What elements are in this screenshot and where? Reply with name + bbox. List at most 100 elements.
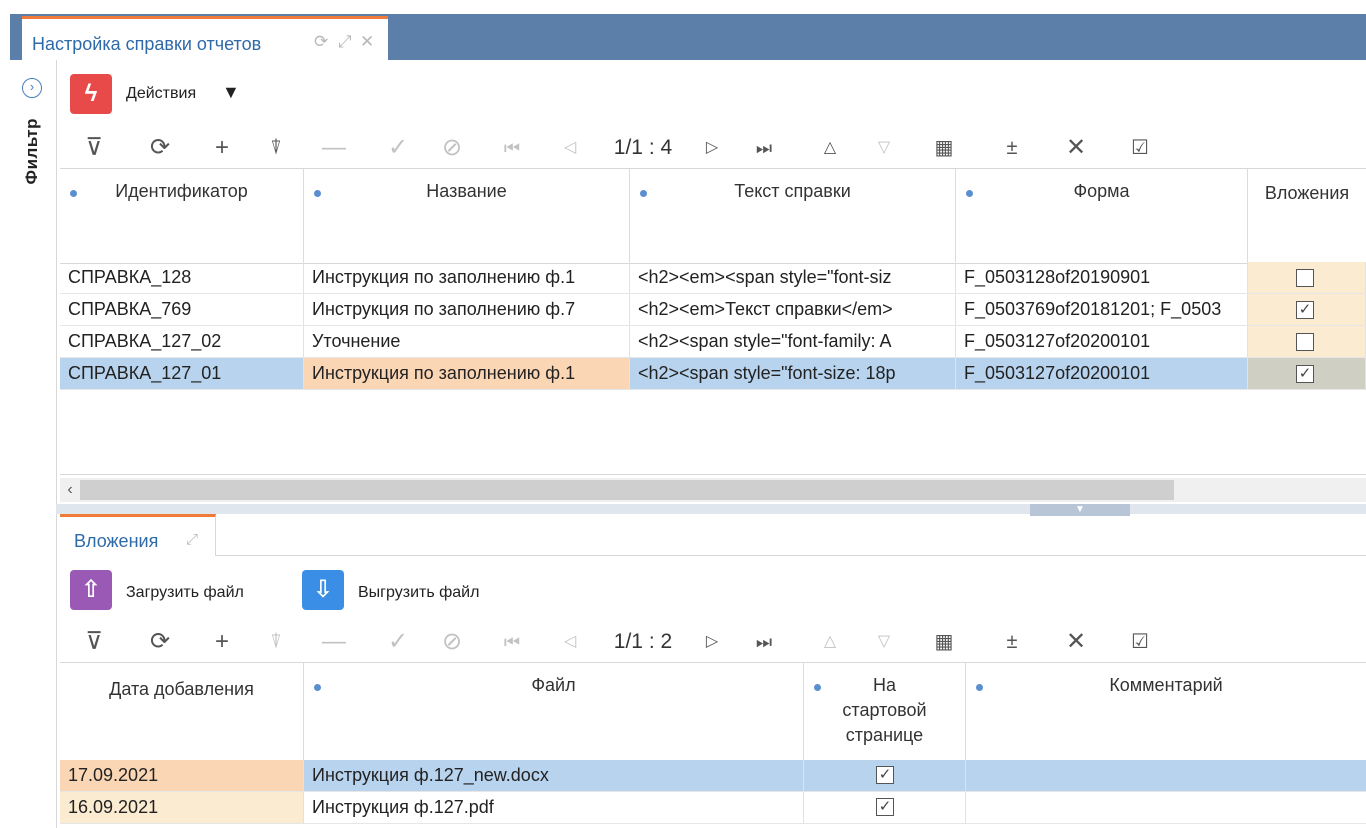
triangle-down-icon[interactable]: ▼ bbox=[222, 82, 240, 103]
cell-id: СПРАВКА_127_02 bbox=[60, 326, 304, 357]
filter-icon[interactable]: ⊽ bbox=[78, 624, 110, 660]
column-title-line: странице bbox=[845, 725, 924, 745]
add-column-icon[interactable]: ± bbox=[996, 624, 1028, 660]
next-page-icon[interactable]: ▷ bbox=[696, 624, 728, 660]
edit-icon[interactable]: ⍒ bbox=[260, 130, 292, 166]
upload-file-button[interactable]: ⇧ bbox=[70, 570, 112, 610]
refresh-icon[interactable]: ⟳ bbox=[144, 624, 176, 660]
cell-attachments bbox=[1248, 326, 1366, 357]
cell-name: Инструкция по заполнению ф.1 bbox=[304, 358, 630, 389]
last-page-icon[interactable]: ⏭ bbox=[748, 130, 780, 166]
table-row-selected[interactable]: СПРАВКА_127_01 Инструкция по заполнению … bbox=[60, 358, 1366, 390]
first-page-icon[interactable]: ⏮ bbox=[496, 624, 528, 660]
cell-name: Инструкция по заполнению ф.7 bbox=[304, 294, 630, 325]
arrow-up-icon: ⇧ bbox=[80, 576, 102, 603]
tab-report-help-settings[interactable]: Настройка справки отчетов ⟳ ⤢ ✕ bbox=[22, 16, 388, 60]
attachments-grid-header: Дата добавления Файл На стартовой страни… bbox=[60, 662, 1366, 762]
splitter-collapse-icon[interactable]: ▼ bbox=[1030, 504, 1130, 516]
column-title-line: На bbox=[872, 675, 896, 695]
sort-asc-icon[interactable]: △ bbox=[814, 624, 846, 660]
confirm-icon[interactable]: ✓ bbox=[382, 624, 414, 660]
tab-title: Настройка справки отчетов bbox=[32, 34, 262, 54]
cell-name: Уточнение bbox=[304, 326, 630, 357]
attachments-checkbox[interactable] bbox=[1296, 269, 1314, 287]
cancel-icon[interactable]: ⊘ bbox=[436, 130, 468, 166]
panel-splitter[interactable] bbox=[56, 504, 1366, 514]
confirm-icon[interactable]: ✓ bbox=[382, 130, 414, 166]
cell-date: 17.09.2021 bbox=[60, 760, 304, 791]
cell-form: F_0503127of20200101 bbox=[956, 358, 1248, 389]
cell-comment bbox=[966, 792, 1366, 823]
column-header-file[interactable]: Файл bbox=[304, 663, 804, 761]
prev-page-icon[interactable]: ◁ bbox=[554, 130, 586, 166]
column-header-date[interactable]: Дата добавления bbox=[60, 663, 304, 761]
cancel-icon[interactable]: ⊘ bbox=[436, 624, 468, 660]
edit-icon[interactable]: ⍒ bbox=[260, 624, 292, 660]
scrollbar-thumb[interactable] bbox=[80, 480, 1174, 500]
cell-help-text: <h2><em>Текст справки</em> bbox=[630, 294, 956, 325]
table-row-selected[interactable]: 17.09.2021 Инструкция ф.127_new.docx ✓ bbox=[60, 760, 1366, 792]
column-header-help-text[interactable]: Текст справки bbox=[630, 169, 956, 263]
attachments-checkbox[interactable]: ✓ bbox=[1296, 365, 1314, 383]
sort-desc-icon[interactable]: ▽ bbox=[868, 130, 900, 166]
column-header-id[interactable]: Идентификатор bbox=[60, 169, 304, 263]
add-column-icon[interactable]: ± bbox=[996, 130, 1028, 166]
column-header-start-page[interactable]: На стартовой странице bbox=[804, 663, 966, 761]
actions-button[interactable]: ϟ bbox=[70, 74, 112, 114]
close-icon[interactable]: ✕ bbox=[360, 32, 374, 52]
cell-form: F_0503769of20181201; F_0503 bbox=[956, 294, 1248, 325]
add-icon[interactable]: + bbox=[206, 130, 238, 166]
first-page-icon[interactable]: ⏮ bbox=[496, 130, 528, 166]
download-file-label[interactable]: Выгрузить файл bbox=[358, 584, 479, 602]
prev-page-icon[interactable]: ◁ bbox=[554, 624, 586, 660]
tab-attachments[interactable]: Вложения ⤢ bbox=[60, 514, 216, 556]
start-page-checkbox[interactable]: ✓ bbox=[876, 798, 894, 816]
column-header-comment[interactable]: Комментарий bbox=[966, 663, 1366, 761]
scroll-left-icon[interactable]: ‹ bbox=[62, 480, 78, 500]
column-title: Файл bbox=[531, 675, 576, 695]
next-page-icon[interactable]: ▷ bbox=[696, 130, 728, 166]
cell-form: F_0503127of20200101 bbox=[956, 326, 1248, 357]
remove-icon[interactable]: — bbox=[318, 624, 350, 660]
clear-icon[interactable]: ✕ bbox=[1060, 130, 1092, 166]
table-row[interactable]: СПРАВКА_128 Инструкция по заполнению ф.1… bbox=[60, 262, 1366, 294]
table-row[interactable]: СПРАВКА_127_02 Уточнение <h2><span style… bbox=[60, 326, 1366, 358]
start-page-checkbox[interactable]: ✓ bbox=[876, 766, 894, 784]
expand-icon[interactable]: ⤢ bbox=[186, 531, 198, 548]
table-row[interactable]: СПРАВКА_769 Инструкция по заполнению ф.7… bbox=[60, 294, 1366, 326]
expand-filter-icon[interactable]: › bbox=[22, 78, 42, 98]
column-header-attachments[interactable]: Вложения bbox=[1248, 169, 1366, 263]
column-header-form[interactable]: Форма bbox=[956, 169, 1248, 263]
cell-id: СПРАВКА_128 bbox=[60, 262, 304, 293]
attachments-checkbox[interactable]: ✓ bbox=[1296, 301, 1314, 319]
clear-icon[interactable]: ✕ bbox=[1060, 624, 1092, 660]
check-all-icon[interactable]: ☑ bbox=[1124, 624, 1156, 660]
check-all-icon[interactable]: ☑ bbox=[1124, 130, 1156, 166]
cell-attachments: ✓ bbox=[1248, 294, 1366, 325]
filter-label[interactable]: Фильтр bbox=[22, 118, 42, 184]
cell-help-text: <h2><span style="font-size: 18p bbox=[630, 358, 956, 389]
column-header-name[interactable]: Название bbox=[304, 169, 630, 263]
column-title: Вложения bbox=[1264, 183, 1350, 203]
cell-file: Инструкция ф.127.pdf bbox=[304, 792, 804, 823]
filter-icon[interactable]: ⊽ bbox=[78, 130, 110, 166]
last-page-icon[interactable]: ⏭ bbox=[748, 624, 780, 660]
cell-date: 16.09.2021 bbox=[60, 792, 304, 823]
main-toolbar: ⊽ ⟳ + ⍒ — ✓ ⊘ ⏮ ◁ 1/1 : 4 ▷ ⏭ △ ▽ ▦ ± ✕ … bbox=[60, 130, 1366, 166]
cell-id: СПРАВКА_127_01 bbox=[60, 358, 304, 389]
add-icon[interactable]: + bbox=[206, 624, 238, 660]
download-file-button[interactable]: ⇩ bbox=[302, 570, 344, 610]
refresh-icon[interactable]: ⟳ bbox=[314, 32, 328, 52]
sort-asc-icon[interactable]: △ bbox=[814, 130, 846, 166]
actions-label[interactable]: Действия bbox=[126, 85, 196, 103]
table-row[interactable]: 16.09.2021 Инструкция ф.127.pdf ✓ bbox=[60, 792, 1366, 824]
grid-icon[interactable]: ▦ bbox=[928, 624, 960, 660]
grid-icon[interactable]: ▦ bbox=[928, 130, 960, 166]
remove-icon[interactable]: — bbox=[318, 130, 350, 166]
cell-file: Инструкция ф.127_new.docx bbox=[304, 760, 804, 791]
refresh-icon[interactable]: ⟳ bbox=[144, 130, 176, 166]
upload-file-label[interactable]: Загрузить файл bbox=[126, 584, 244, 602]
attachments-checkbox[interactable] bbox=[1296, 333, 1314, 351]
expand-icon[interactable]: ⤢ bbox=[338, 32, 352, 52]
sort-desc-icon[interactable]: ▽ bbox=[868, 624, 900, 660]
